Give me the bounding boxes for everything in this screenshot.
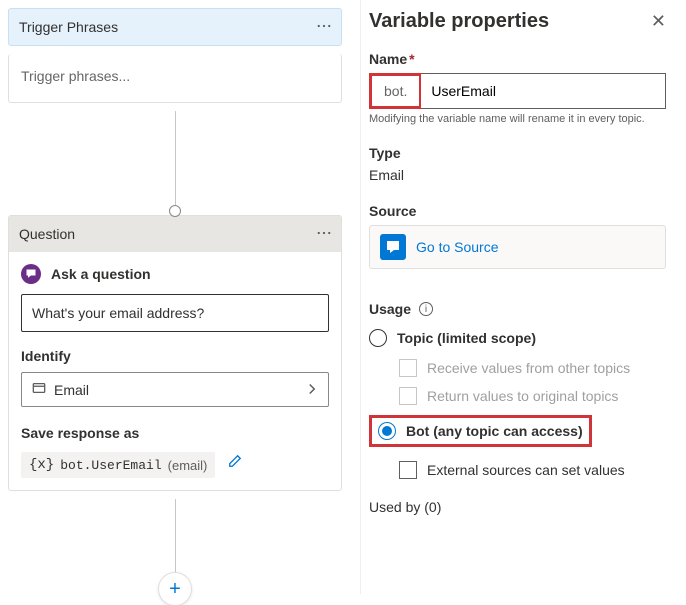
trigger-phrases-card: Trigger Phrases (8, 8, 342, 46)
name-label: Name (369, 51, 407, 67)
question-icon (21, 264, 41, 284)
go-to-source-link[interactable]: Go to Source (416, 239, 499, 255)
connector: + (8, 499, 342, 594)
usage-topic-radio[interactable]: Topic (limited scope) (369, 327, 666, 349)
save-response-label: Save response as (21, 425, 329, 441)
used-by-label: Used by (0) (369, 499, 666, 515)
usage-label: Usage (369, 301, 411, 317)
question-text-input[interactable]: What's your email address? (21, 294, 329, 332)
connector (8, 111, 342, 216)
type-label: Type (369, 145, 666, 161)
panel-title: Variable properties (369, 10, 549, 33)
name-input-row: bot. (369, 73, 666, 109)
external-sources-checkbox[interactable]: External sources can set values (399, 461, 666, 479)
entity-icon (32, 381, 46, 398)
chevron-right-icon (306, 382, 318, 398)
required-indicator: * (409, 51, 414, 67)
trigger-placeholder: Trigger phrases... (9, 54, 341, 102)
identify-select[interactable]: Email (21, 372, 329, 407)
name-hint: Modifying the variable name will rename … (369, 113, 666, 125)
type-value: Email (369, 167, 666, 183)
source-icon (380, 234, 406, 260)
receive-values-checkbox: Receive values from other topics (399, 359, 666, 377)
ask-question-label: Ask a question (51, 266, 151, 282)
add-node-button[interactable]: + (158, 572, 192, 605)
question-title: Question (19, 226, 75, 242)
edit-icon[interactable] (223, 449, 247, 473)
usage-bot-radio[interactable]: Bot (any topic can access) (369, 415, 592, 447)
trigger-phrases-body[interactable]: Trigger phrases... (8, 54, 342, 103)
close-icon[interactable]: ✕ (651, 11, 666, 32)
variable-icon: {x} (29, 457, 54, 473)
more-icon[interactable] (317, 226, 331, 243)
return-values-checkbox: Return values to original topics (399, 387, 666, 405)
variable-properties-panel: Variable properties ✕ Name* bot. Modifyi… (360, 0, 686, 594)
info-icon[interactable]: i (419, 302, 433, 316)
trigger-title: Trigger Phrases (19, 19, 118, 35)
source-label: Source (369, 203, 666, 219)
variable-name-input[interactable] (421, 74, 665, 108)
variable-chip[interactable]: {x} bot.UserEmail (email) (21, 452, 215, 478)
source-box: Go to Source (369, 225, 666, 269)
variable-prefix: bot. (369, 73, 422, 109)
identify-label: Identify (21, 348, 329, 364)
more-icon[interactable] (317, 19, 331, 36)
question-card: Question Ask a question What's your emai… (8, 215, 342, 491)
